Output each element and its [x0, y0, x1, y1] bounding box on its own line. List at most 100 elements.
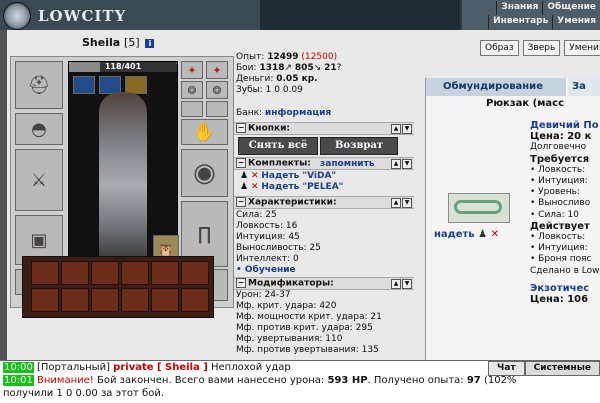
- item-name[interactable]: Девичий По: [530, 120, 599, 131]
- character-stats: Опыт: 12499 (12500) Бои: 1318↗ 805↘ 21? …: [236, 52, 414, 96]
- belt-item-10[interactable]: [121, 288, 149, 312]
- amulet-slot-2[interactable]: ❂: [206, 81, 228, 99]
- exp-value: 12499: [267, 52, 299, 62]
- collapse-icon[interactable]: −: [236, 123, 246, 133]
- mod-dodge: Мф. увертывания: 110: [236, 334, 343, 344]
- bank-info-link[interactable]: информация: [265, 108, 331, 118]
- sets-section-header[interactable]: − Комплекты: запомнить ▲ ▼: [234, 157, 414, 170]
- teeth-value: 1 0 0.09: [265, 85, 303, 95]
- req-line: • Выносливо: [530, 198, 591, 209]
- nav-inventory[interactable]: Инвентарь: [488, 15, 552, 29]
- ring-slot-3[interactable]: [181, 101, 203, 117]
- belt-item-6[interactable]: [181, 261, 209, 285]
- ring-slot-4[interactable]: [206, 101, 228, 117]
- battles-draws: 21: [324, 63, 337, 73]
- belt-item-11[interactable]: [151, 288, 179, 312]
- item-thumbnail[interactable]: [448, 193, 510, 223]
- chat-tab-system[interactable]: Системные: [524, 361, 600, 376]
- tab-second[interactable]: За: [568, 78, 600, 96]
- collapse-icon[interactable]: −: [236, 278, 246, 288]
- training-link[interactable]: • Обучение: [236, 265, 321, 276]
- wear-set-pelea-link[interactable]: Надеть "PELEA": [261, 182, 343, 192]
- act-line: • Броня пояс: [530, 254, 592, 265]
- modifiers-section-header[interactable]: − Модификаторы: ▲ ▼: [234, 277, 414, 290]
- nav-skills[interactable]: Умения: [552, 15, 600, 29]
- belt-item-8[interactable]: [61, 288, 89, 312]
- nav-knowledge[interactable]: Знания: [496, 1, 542, 15]
- arrow-up-icon[interactable]: ▲: [391, 124, 401, 134]
- return-button[interactable]: Возврат: [320, 137, 398, 155]
- backpack-title: Рюкзак (масс: [486, 98, 565, 109]
- belt-item-4[interactable]: [121, 261, 149, 285]
- chat-message-2: 10:01 Внимание! Бой закончен. Всего вами…: [3, 375, 516, 387]
- arrow-down-icon[interactable]: ▼: [402, 124, 412, 134]
- bracers-slot[interactable]: ◓: [15, 113, 63, 145]
- delete-set-icon[interactable]: ✕: [251, 182, 259, 192]
- buttons-section-header[interactable]: − Кнопки: ▲ ▼: [234, 122, 414, 135]
- arrow-down-icon[interactable]: ▼: [402, 279, 412, 289]
- battles-losses: 805: [294, 63, 314, 73]
- bank-label: Банк:: [236, 108, 263, 118]
- tab-skills[interactable]: Умения: [564, 40, 600, 56]
- mod-crit-power: Мф. мощности крит. удара: 21: [236, 312, 382, 322]
- wear-item-link[interactable]: надеть: [434, 229, 475, 240]
- delete-item-icon[interactable]: ✕: [491, 229, 499, 240]
- item-made: Сделано в Low: [530, 265, 600, 276]
- arrow-down-icon[interactable]: ▼: [402, 198, 412, 208]
- amulet-slot-1[interactable]: ❂: [181, 81, 203, 99]
- arrow-up-icon[interactable]: ▲: [391, 159, 401, 169]
- characteristics-section-header[interactable]: − Характеристики: ▲ ▼: [234, 196, 414, 209]
- battles-wins: 1318: [259, 63, 285, 73]
- buff-slot-1[interactable]: [73, 76, 95, 94]
- inventory-panel: Обмундирование За Рюкзак (масс надеть ♟ …: [425, 78, 600, 360]
- wear-set-vida-link[interactable]: Надеть "ViDA": [261, 171, 336, 181]
- belt-item-5[interactable]: [151, 261, 179, 285]
- belt-item-2[interactable]: [61, 261, 89, 285]
- ring-slot-2[interactable]: ✦: [206, 61, 228, 79]
- helmet-slot[interactable]: ⛑: [15, 61, 63, 109]
- stat-intellect: Интеллект: 0: [236, 254, 299, 264]
- chat-tab-chat[interactable]: Чат: [488, 361, 525, 376]
- arrow-down-icon[interactable]: ▼: [402, 159, 412, 169]
- undress-all-button[interactable]: Снять всё: [238, 137, 318, 155]
- chat-time[interactable]: 10:00: [3, 362, 34, 373]
- gloves-slot[interactable]: ✋: [181, 119, 228, 145]
- buttons-section-title: Кнопки:: [248, 123, 290, 134]
- shield-icon: ◉: [193, 158, 216, 188]
- item-acts: Действует: [530, 220, 590, 232]
- belt-item-3[interactable]: [91, 261, 119, 285]
- belt-item-12[interactable]: [181, 288, 209, 312]
- arrow-up-icon[interactable]: ▲: [391, 198, 401, 208]
- ring-slot-1[interactable]: ✦: [181, 61, 203, 79]
- delete-set-icon[interactable]: ✕: [251, 171, 259, 181]
- arrow-up-icon[interactable]: ▲: [391, 279, 401, 289]
- shield-slot[interactable]: ◉: [181, 149, 228, 197]
- belt-item-9[interactable]: [91, 288, 119, 312]
- collapse-icon[interactable]: −: [236, 197, 246, 207]
- amulet-icon: ❂: [187, 83, 197, 97]
- chat-time[interactable]: 10:01: [3, 375, 34, 386]
- weapon-slot[interactable]: ⚔: [15, 149, 63, 211]
- mod-damage: Урон: 24-37: [236, 290, 291, 300]
- draw-icon: ?: [336, 63, 342, 73]
- gloves-icon: ✋: [193, 121, 216, 143]
- req-line: • Уровень:: [530, 187, 580, 198]
- hp-text: 118/401: [104, 62, 142, 71]
- gem-icon: ✦: [212, 63, 222, 77]
- tab-appearance[interactable]: Образ: [480, 40, 519, 56]
- win-icon: ↗: [284, 63, 293, 73]
- set-figure-icon: ♟: [240, 171, 249, 181]
- item2-name[interactable]: Экзотичес: [530, 283, 599, 294]
- collapse-icon[interactable]: −: [236, 158, 246, 168]
- act-line: • Ловкость:: [530, 232, 586, 243]
- remember-set-link[interactable]: запомнить: [320, 159, 375, 169]
- tab-equipment[interactable]: Обмундирование: [426, 78, 566, 96]
- belt-item-1[interactable]: [31, 261, 59, 285]
- tab-pet[interactable]: Зверь: [522, 40, 561, 56]
- chat-text: Бой закончен. Всего вами нанесено урона:: [96, 375, 325, 386]
- info-icon[interactable]: i: [145, 38, 155, 48]
- chat-private[interactable]: private [ Sheila ]: [113, 362, 208, 373]
- character-figure: [99, 92, 147, 262]
- belt-item-7[interactable]: [31, 288, 59, 312]
- nav-social[interactable]: Общение: [542, 1, 600, 15]
